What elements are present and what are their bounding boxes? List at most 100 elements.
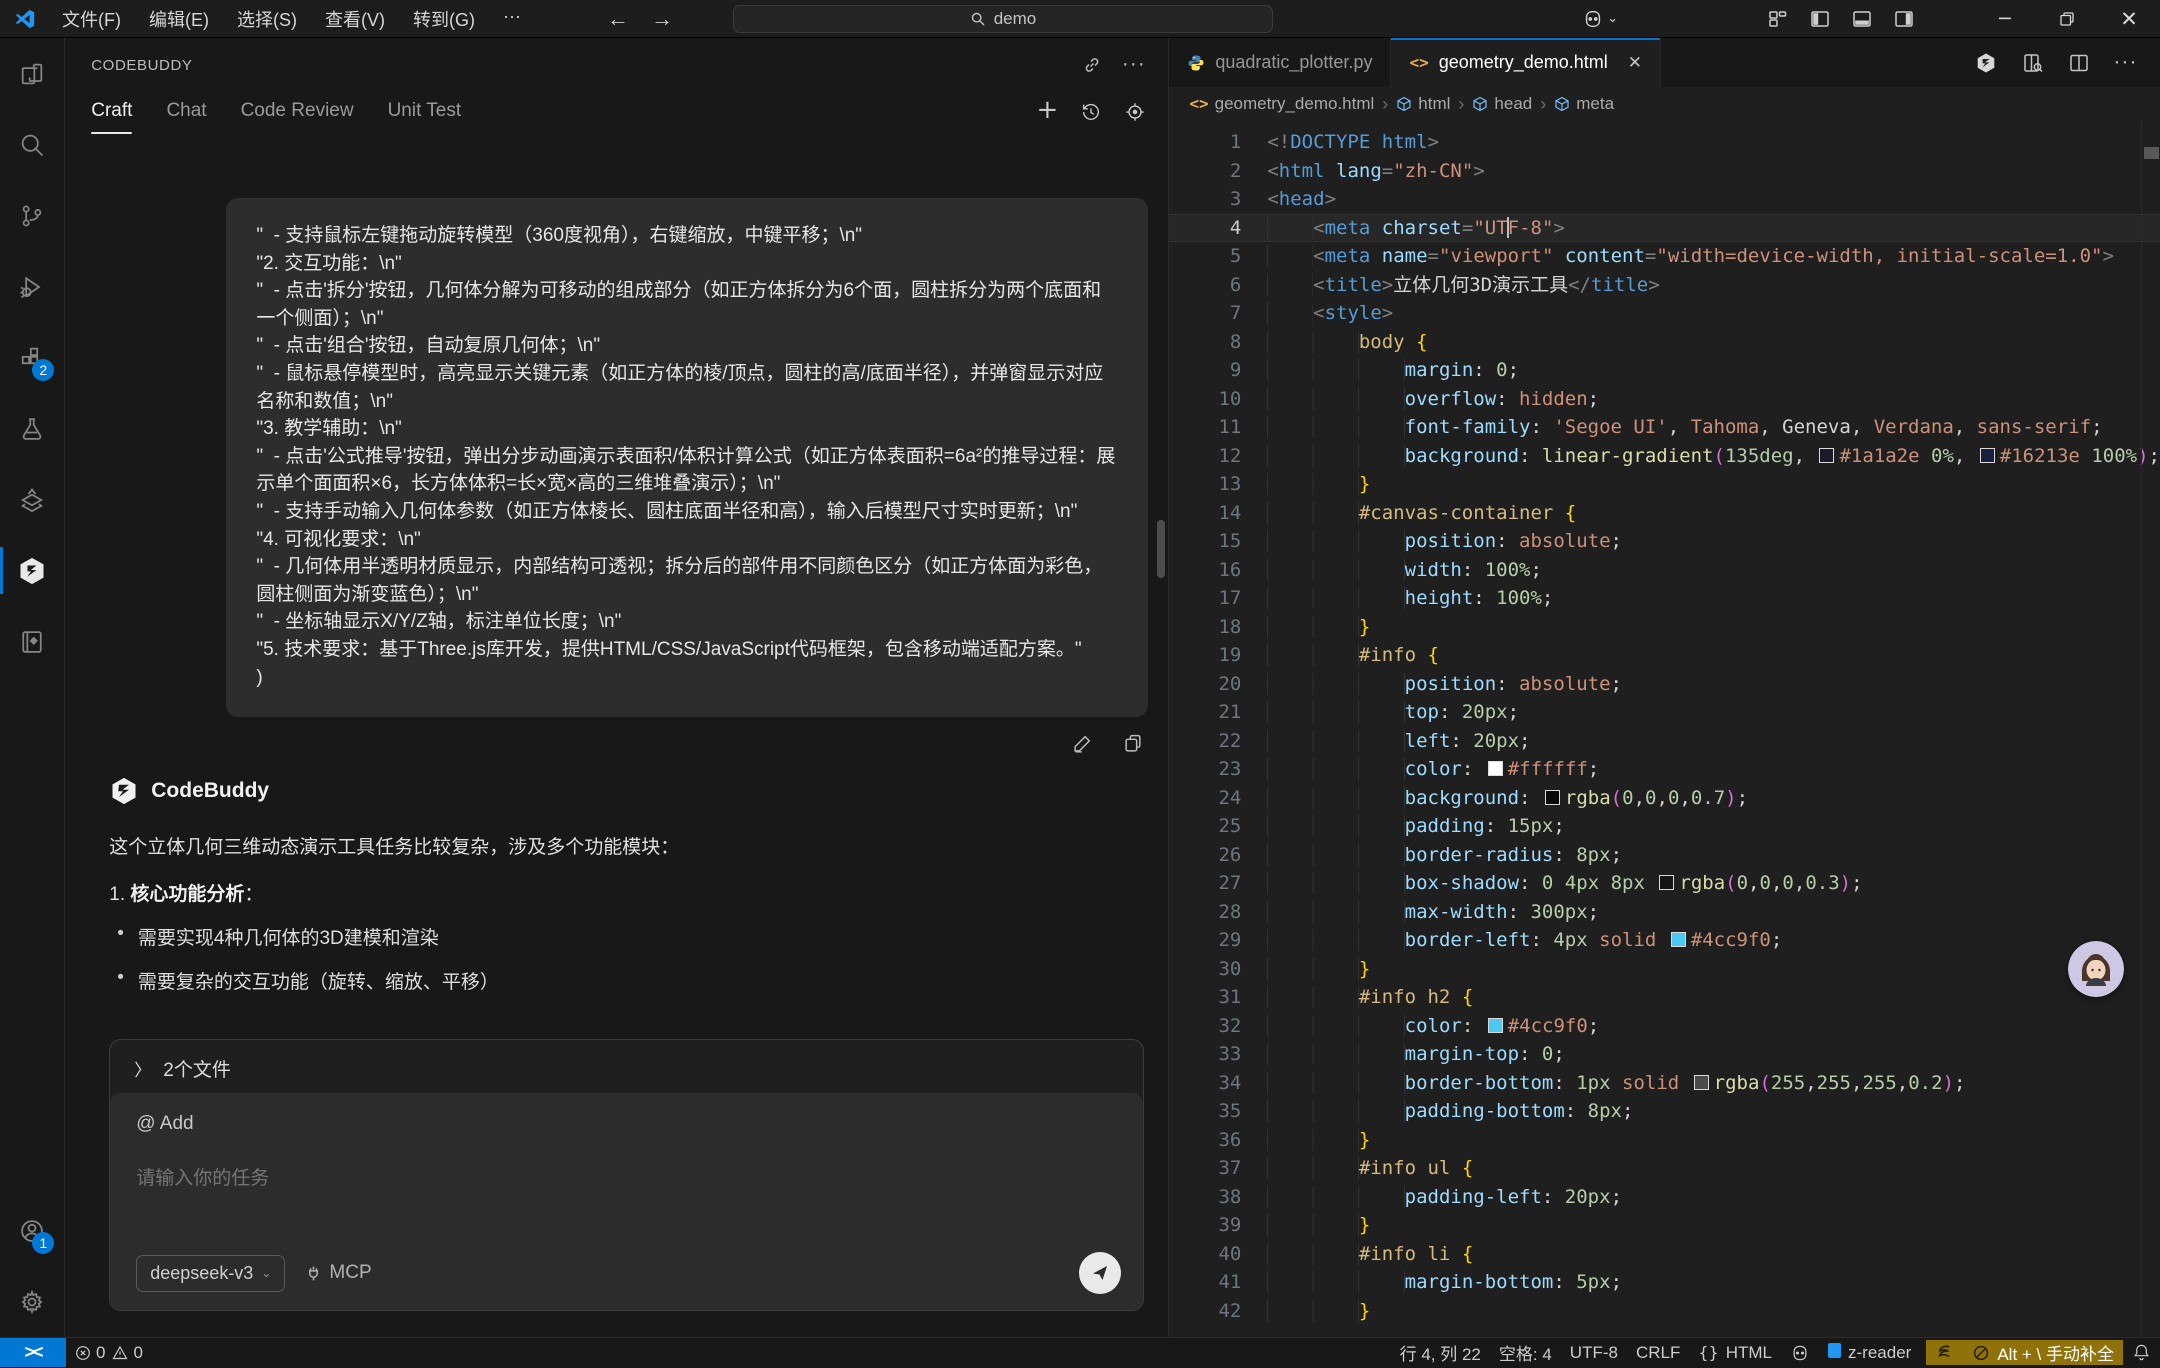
html-file-icon: <>	[1409, 52, 1428, 73]
layers-icon	[18, 486, 46, 514]
breadcrumb-item-geometry_demo.html[interactable]: <>geometry_demo.html	[1189, 94, 1374, 114]
add-context-button[interactable]: @ Add	[136, 1113, 1117, 1135]
status-notifications[interactable]	[2123, 1343, 2160, 1362]
editor-scrollbar-thumb[interactable]	[2144, 147, 2159, 159]
open-preview-icon[interactable]	[2022, 52, 2044, 74]
mcp-button[interactable]: MCP	[305, 1262, 371, 1284]
codebuddy-tab-unit-test[interactable]: Unit Test	[388, 100, 462, 134]
editor-scrollbar[interactable]	[2141, 121, 2160, 1337]
menu-v[interactable]: 查看(V)	[313, 2, 397, 36]
line-number: 30	[1169, 955, 1241, 984]
history-icon[interactable]	[1080, 101, 1102, 123]
split-editor-icon[interactable]	[2068, 52, 2090, 74]
minimize-button[interactable]: ─	[1974, 0, 2036, 37]
codebuddy-tab-chat[interactable]: Chat	[166, 100, 206, 134]
html-file-icon: <>	[1189, 94, 1208, 114]
problems-indicator[interactable]: 0 0	[66, 1338, 152, 1367]
activity-docs-icon[interactable]	[0, 606, 64, 677]
codebuddy-tab-code-review[interactable]: Code Review	[241, 100, 354, 134]
editor-tab-quadratic_plotter.py[interactable]: quadratic_plotter.py	[1169, 38, 1391, 87]
line-number: 14	[1169, 499, 1241, 528]
activity-search-icon[interactable]	[0, 109, 64, 180]
activity-account-icon[interactable]: 1	[0, 1195, 64, 1266]
link-icon[interactable]	[1082, 55, 1102, 75]
attached-files-toggle[interactable]: 〉 2个文件	[110, 1040, 1143, 1097]
code-line-4: 4 <meta charset="UTF-8">	[1169, 214, 2160, 243]
line-number: 16	[1169, 556, 1241, 585]
copy-icon[interactable]	[1123, 733, 1144, 754]
more-actions-icon[interactable]: ···	[1122, 54, 1146, 76]
activity-codebuddy-icon[interactable]	[0, 535, 64, 606]
status-language-mode[interactable]: {}HTML	[1689, 1343, 1781, 1363]
new-chat-icon[interactable]: +	[1037, 100, 1059, 124]
forward-button[interactable]: →	[647, 6, 677, 32]
activity-explorer-icon[interactable]	[0, 38, 64, 109]
line-number: 5	[1169, 242, 1241, 271]
codebuddy-logo-icon	[109, 776, 139, 806]
code-line-26: 26 border-radius: 8px;	[1169, 841, 2160, 870]
toggle-secondary-sidebar-icon[interactable]	[1894, 9, 1914, 29]
back-button[interactable]: ←	[603, 6, 633, 32]
vscode-logo-icon	[14, 8, 36, 30]
line-number: 10	[1169, 385, 1241, 414]
status-encoding[interactable]: UTF-8	[1561, 1343, 1627, 1363]
codebuddy-tab-craft[interactable]: Craft	[91, 100, 132, 134]
breadcrumb-item-meta[interactable]: meta	[1554, 94, 1614, 114]
code-editor[interactable]: 1<!DOCTYPE html>2<html lang="zh-CN">3<he…	[1169, 121, 2160, 1337]
menu-e[interactable]: 编辑(E)	[137, 2, 221, 36]
code-line-35: 35 padding-bottom: 8px;	[1169, 1097, 2160, 1126]
toggle-panel-icon[interactable]	[1852, 9, 1872, 29]
line-number: 25	[1169, 812, 1241, 841]
assistant-avatar[interactable]	[2068, 941, 2124, 997]
toggle-sidebar-icon[interactable]	[1810, 9, 1830, 29]
restore-button[interactable]	[2036, 0, 2098, 37]
close-tab-icon[interactable]: ✕	[1628, 53, 1642, 73]
status-z-reader[interactable]: z-reader	[1819, 1343, 1920, 1363]
line-number: 36	[1169, 1126, 1241, 1155]
line-number: 33	[1169, 1040, 1241, 1069]
status-eol[interactable]: CRLF	[1627, 1343, 1689, 1363]
testing-icon	[18, 415, 46, 443]
status-indentation[interactable]: 空格: 4	[1490, 1340, 1561, 1365]
activity-settings-gear-icon[interactable]	[0, 1266, 64, 1337]
copilot-menu[interactable]: ⌄	[1582, 8, 1618, 30]
cube-icon	[1472, 96, 1488, 112]
customize-layout-icon[interactable]	[1768, 9, 1788, 29]
codebuddy-icon	[17, 556, 47, 586]
breadcrumb-item-html[interactable]: html	[1396, 94, 1450, 114]
panel-scrollbar-thumb[interactable]	[1157, 520, 1165, 578]
menu-g[interactable]: 转到(G)	[401, 2, 487, 36]
activity-testing-icon[interactable]	[0, 393, 64, 464]
menu-s[interactable]: 选择(S)	[225, 2, 309, 36]
menu-[interactable]: ···	[491, 2, 533, 36]
code-line-32: 32 color: #4cc9f0;	[1169, 1012, 2160, 1041]
task-input-box[interactable]: @ Add 请输入你的任务 deepseek-v3 ⌄ MCP	[110, 1093, 1143, 1310]
line-number: 21	[1169, 698, 1241, 727]
line-number: 29	[1169, 926, 1241, 955]
code-line-33: 33 margin-top: 0;	[1169, 1040, 2160, 1069]
activity-extensions-icon[interactable]: 2	[0, 322, 64, 393]
codebuddy-action-icon[interactable]	[1974, 51, 1998, 75]
activity-source-control-icon[interactable]	[0, 180, 64, 251]
code-line-12: 12 background: linear-gradient(135deg, #…	[1169, 442, 2160, 471]
edit-icon[interactable]	[1072, 733, 1093, 754]
status-copilot-status[interactable]	[1781, 1343, 1819, 1363]
status-manual-complete[interactable]: Alt + \ 手动补全	[1963, 1340, 2123, 1365]
editor-tab-geometry_demo.html[interactable]: <>geometry_demo.html✕	[1391, 38, 1661, 87]
model-selector[interactable]: deepseek-v3 ⌄	[136, 1255, 285, 1292]
command-center-search[interactable]: demo	[733, 5, 1273, 33]
status-cursor-position[interactable]: 行 4, 列 22	[1391, 1340, 1490, 1365]
more-actions-icon[interactable]: ···	[2114, 52, 2138, 74]
search-value: demo	[994, 9, 1037, 29]
breadcrumb-item-head[interactable]: head	[1472, 94, 1532, 114]
response-heading: 1. 核心功能分析：	[109, 879, 1148, 906]
settings-icon[interactable]	[1124, 101, 1146, 123]
status-codebuddy-swirl[interactable]	[1926, 1340, 1963, 1365]
remote-indicator[interactable]: ><	[0, 1338, 66, 1367]
send-button[interactable]	[1079, 1252, 1121, 1294]
activity-layers-icon[interactable]	[0, 464, 64, 535]
line-number: 42	[1169, 1297, 1241, 1326]
activity-run-debug-icon[interactable]	[0, 251, 64, 322]
close-window-button[interactable]: ✕	[2098, 0, 2160, 37]
menu-f[interactable]: 文件(F)	[50, 2, 133, 36]
